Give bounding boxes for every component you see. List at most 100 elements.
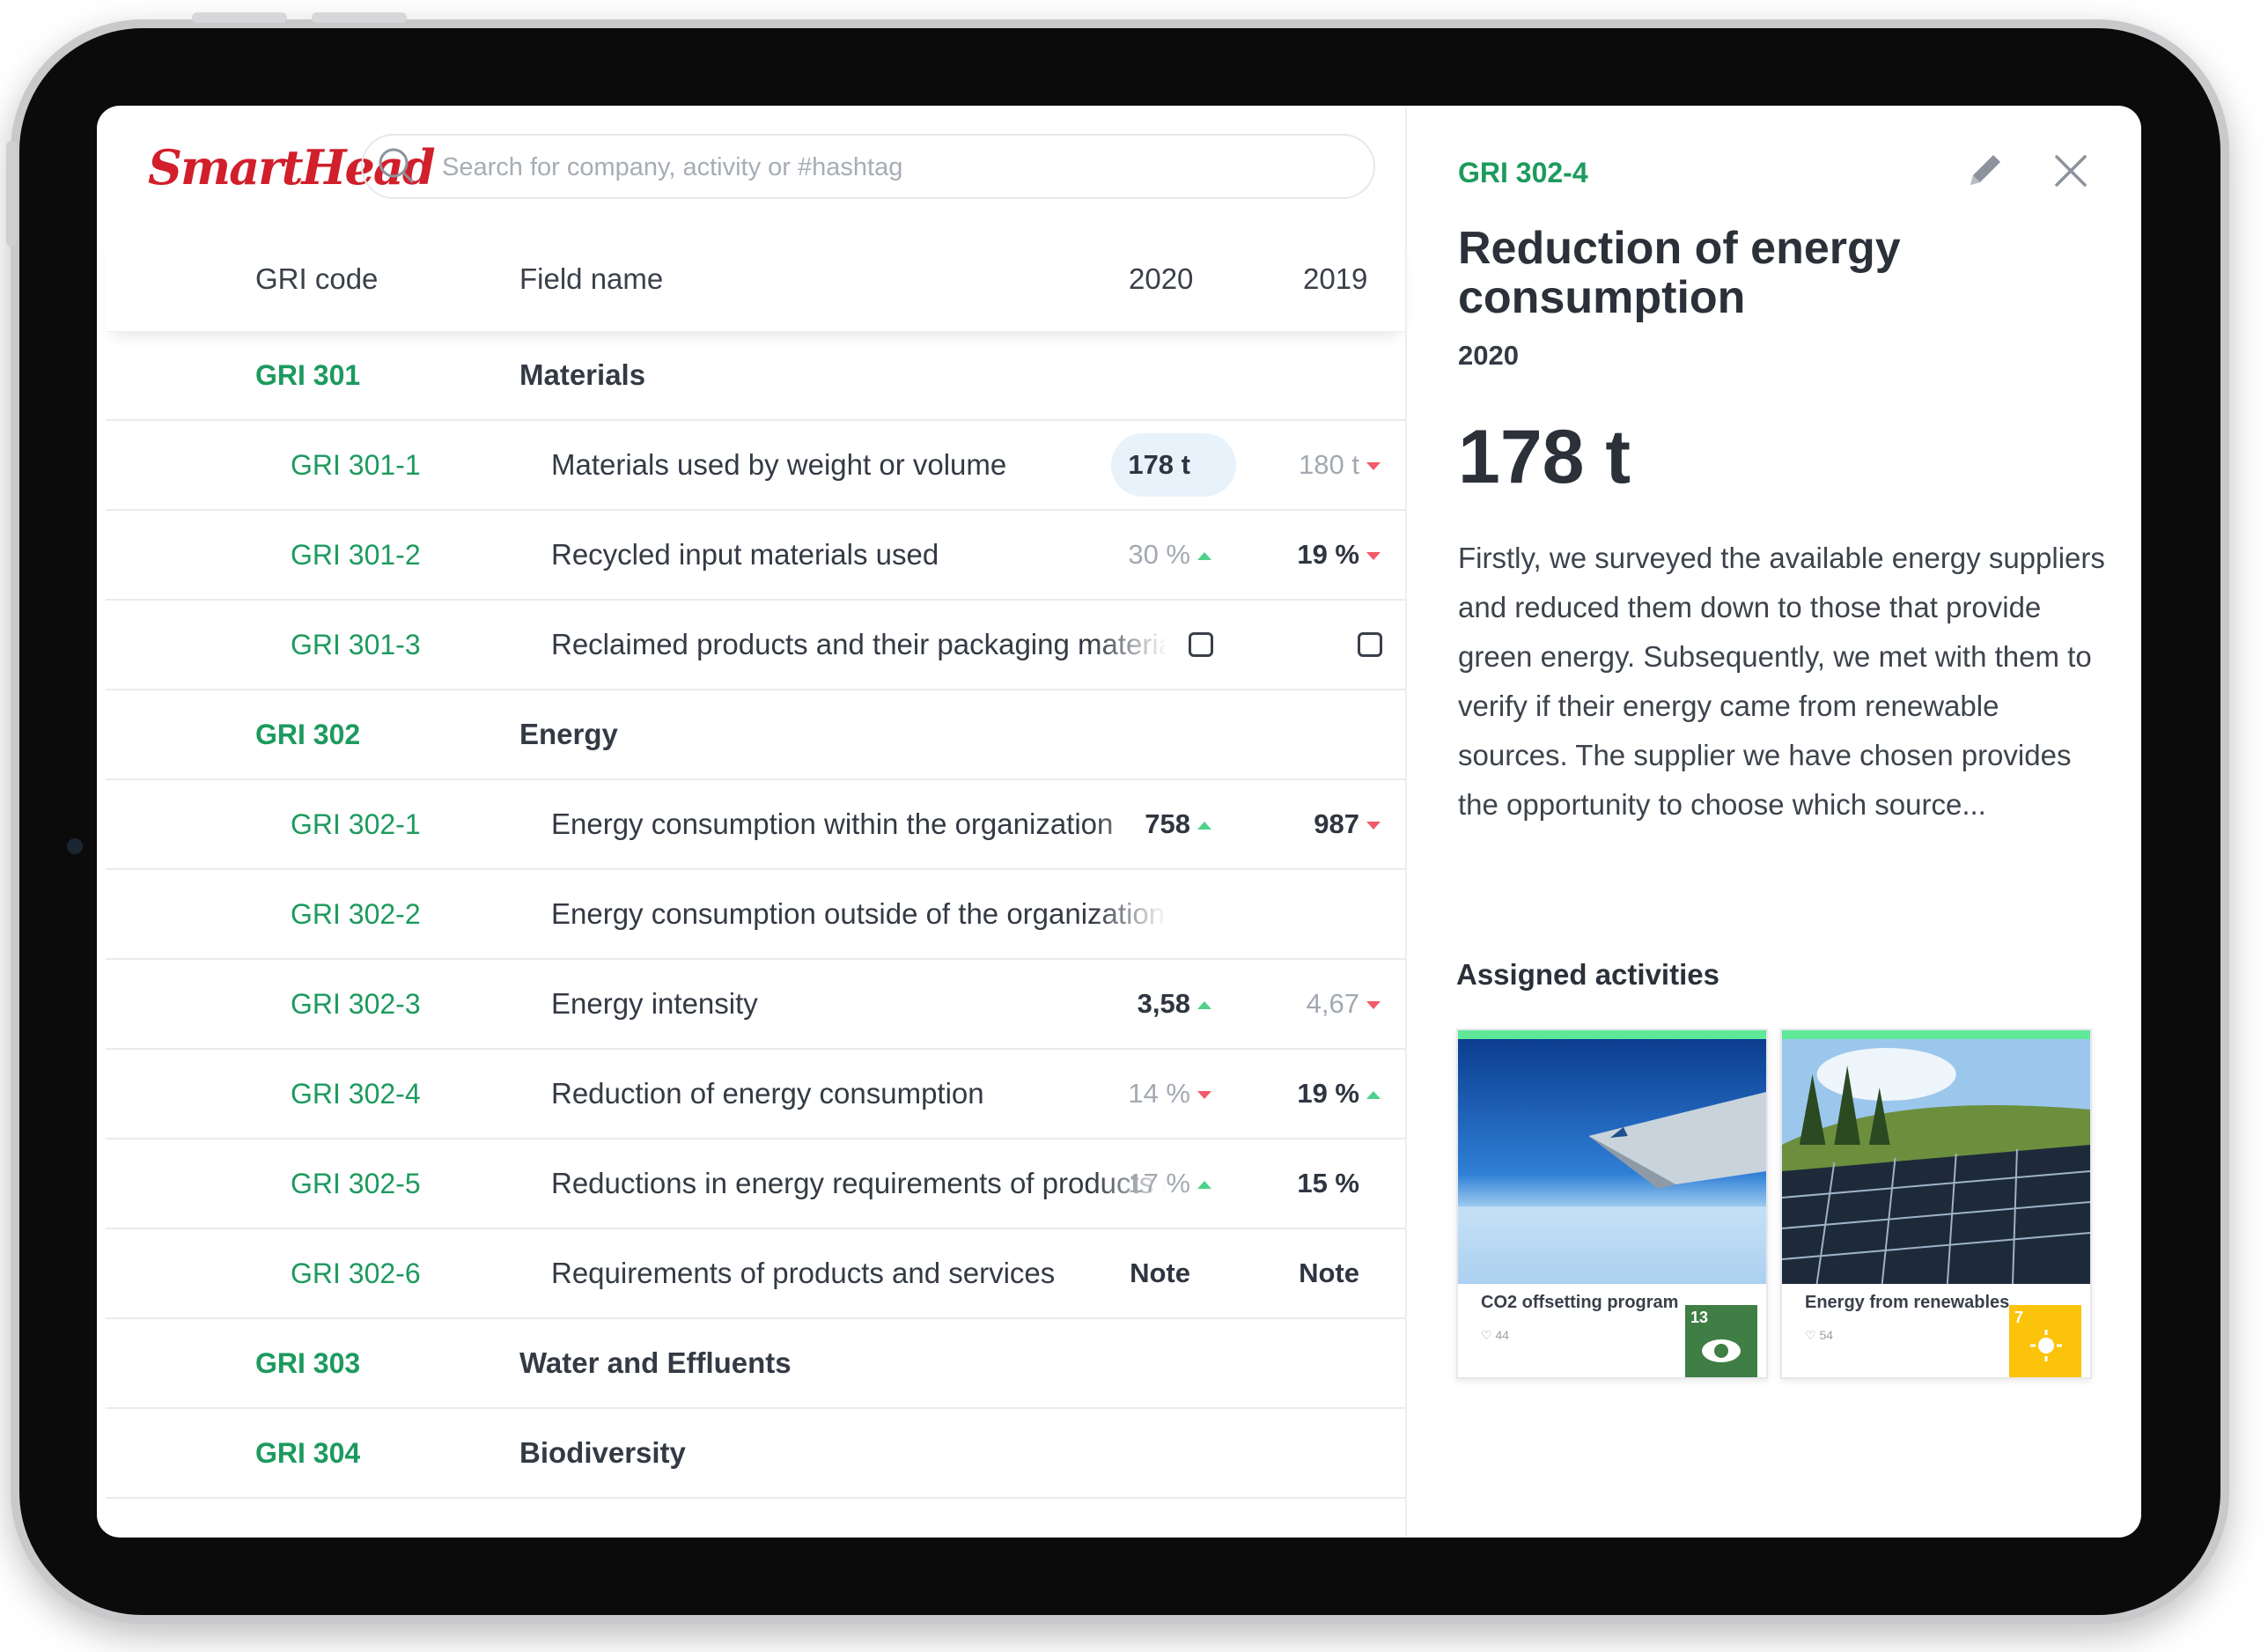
activity-card-co2-offsetting[interactable]: 13 CO2 offsetting program ♡ 44 bbox=[1456, 1029, 1768, 1379]
trend-up-icon bbox=[1197, 822, 1211, 830]
gri-code: GRI 302 bbox=[255, 719, 361, 750]
value-2020[interactable]: 14 % bbox=[1128, 1050, 1211, 1138]
value-text: 3,58 bbox=[1137, 988, 1190, 1019]
value-text: 30 % bbox=[1128, 539, 1190, 570]
value-2019[interactable]: 19 % bbox=[1297, 511, 1381, 599]
table-row[interactable]: GRI 302-2 Energy consumption outside of t… bbox=[106, 870, 1405, 960]
table-group-row[interactable]: GRI 304 Biodiversity bbox=[106, 1409, 1405, 1499]
table-row[interactable]: GRI 302-6 Requirements of products and se… bbox=[106, 1229, 1405, 1319]
detail-gri-code: GRI 302-4 bbox=[1458, 157, 1588, 188]
trend-up-icon bbox=[1197, 1181, 1211, 1190]
field-name: Reclaimed products and their packaging m… bbox=[551, 628, 1167, 660]
field-name: Materials used by weight or volume bbox=[551, 448, 1007, 481]
detail-title: Reduction of energy consumption bbox=[1458, 223, 1901, 323]
app-screen: SmartHead GRI code Field name 2020 2019 … bbox=[97, 106, 2141, 1538]
sun-icon bbox=[2030, 1330, 2062, 1361]
checkbox-2019[interactable] bbox=[1358, 601, 1382, 689]
gri-code: GRI 301-2 bbox=[291, 539, 421, 571]
volume-down-button bbox=[312, 12, 407, 23]
value-2020[interactable]: 758 bbox=[1145, 780, 1211, 868]
field-name: Energy consumption within the organizati… bbox=[551, 808, 1114, 840]
volume-up-button bbox=[192, 12, 287, 23]
table-group-row[interactable]: GRI 301 Materials bbox=[106, 331, 1405, 421]
gri-code: GRI 302-4 bbox=[291, 1078, 421, 1110]
value-2019[interactable]: 987 bbox=[1314, 780, 1381, 868]
trend-down-icon bbox=[1197, 1091, 1211, 1100]
value-text: 14 % bbox=[1128, 1078, 1190, 1109]
trend-up-icon bbox=[1366, 1091, 1381, 1100]
value-text: 19 % bbox=[1297, 539, 1359, 570]
report-table-panel: SmartHead GRI code Field name 2020 2019 … bbox=[97, 106, 1405, 1538]
table-group-row[interactable]: GRI 303 Water and Effluents bbox=[106, 1319, 1405, 1409]
table-header: GRI code Field name 2020 2019 bbox=[106, 238, 1405, 332]
value-text: 758 bbox=[1145, 808, 1190, 839]
edit-icon[interactable] bbox=[1962, 146, 2009, 194]
gri-code: GRI 302-1 bbox=[291, 808, 421, 840]
side-button bbox=[6, 141, 17, 247]
table-row[interactable]: GRI 301-1 Materials used by weight or vol… bbox=[106, 421, 1405, 511]
field-name: Biodiversity bbox=[519, 1436, 686, 1469]
search-input[interactable] bbox=[440, 136, 1359, 199]
value-2020[interactable]: 3,58 bbox=[1138, 960, 1211, 1048]
gri-code: GRI 304 bbox=[255, 1437, 361, 1469]
trend-down-icon bbox=[1366, 1001, 1381, 1010]
table-row[interactable]: GRI 302-4 Reduction of energy consumption… bbox=[106, 1050, 1405, 1139]
activity-card-energy-renewables[interactable]: 7 Energy from renewables ♡ 54 bbox=[1780, 1029, 2092, 1379]
sdg-13-climate-action-badge: 13 bbox=[1685, 1305, 1757, 1377]
field-name: Materials bbox=[519, 358, 646, 391]
search-bar[interactable] bbox=[361, 134, 1375, 199]
search-icon bbox=[379, 148, 414, 183]
value-2019[interactable]: 15 % bbox=[1297, 1139, 1381, 1228]
checkbox-2020[interactable] bbox=[1189, 601, 1213, 689]
airplane-wing-image bbox=[1458, 1039, 1766, 1284]
camera bbox=[67, 838, 83, 854]
gri-table-body: GRI 301 Materials GRI 301-1 Materials used … bbox=[106, 331, 1405, 1499]
value-2020[interactable]: 30 % bbox=[1128, 511, 1211, 599]
value-2020[interactable]: Note bbox=[1130, 1229, 1211, 1317]
field-name: Energy intensity bbox=[551, 987, 758, 1020]
trend-up-icon bbox=[1197, 1001, 1211, 1010]
column-gri-code: GRI code bbox=[255, 262, 379, 295]
field-name: Requirements of products and services bbox=[551, 1257, 1056, 1289]
table-row[interactable]: GRI 302-5 Reductions in energy requiremen… bbox=[106, 1139, 1405, 1229]
value-text: 180 t bbox=[1299, 449, 1359, 480]
value-2019[interactable]: Note bbox=[1299, 1229, 1381, 1317]
card-accent-bar bbox=[1782, 1030, 2090, 1039]
table-row[interactable]: GRI 302-1 Energy consumption within the o… bbox=[106, 780, 1405, 870]
value-text: 178 t bbox=[1128, 449, 1190, 480]
gri-code: GRI 302-6 bbox=[291, 1257, 421, 1289]
table-group-row[interactable]: GRI 302 Energy bbox=[106, 690, 1405, 780]
value-2020[interactable]: 178 t bbox=[1128, 421, 1211, 509]
heart-icon: ♡ bbox=[1481, 1328, 1492, 1342]
gri-code: GRI 302-2 bbox=[291, 898, 421, 930]
column-2020[interactable]: 2020 bbox=[1129, 262, 1193, 296]
card-accent-bar bbox=[1458, 1030, 1766, 1039]
field-name: Energy bbox=[519, 718, 618, 750]
value-text: 4,67 bbox=[1306, 988, 1359, 1019]
activity-name: CO2 offsetting program bbox=[1481, 1293, 1679, 1312]
value-text: 987 bbox=[1314, 808, 1359, 839]
table-row[interactable]: GRI 302-3 Energy intensity 3,58 4,67 bbox=[106, 960, 1405, 1050]
field-name: Energy consumption outside of the organi… bbox=[551, 897, 1166, 930]
heart-icon: ♡ bbox=[1805, 1328, 1816, 1342]
field-name: Reductions in energy requirements of pro… bbox=[551, 1167, 1167, 1199]
detail-description: Firstly, we surveyed the available energ… bbox=[1458, 542, 2105, 821]
value-2019[interactable]: 19 % bbox=[1297, 1050, 1381, 1138]
field-name: Water and Effluents bbox=[519, 1346, 792, 1379]
column-field-name: Field name bbox=[519, 262, 664, 295]
value-2020[interactable]: 17 % bbox=[1128, 1139, 1211, 1228]
checkbox-icon bbox=[1358, 631, 1382, 657]
value-2019[interactable]: 180 t bbox=[1299, 421, 1381, 509]
assigned-activities-heading: Assigned activities bbox=[1456, 958, 1719, 991]
field-name: Recycled input materials used bbox=[551, 538, 939, 571]
close-icon[interactable] bbox=[2050, 150, 2092, 192]
checkbox-icon bbox=[1189, 631, 1213, 657]
sdg-7-clean-energy-badge: 7 bbox=[2009, 1305, 2081, 1377]
column-2019[interactable]: 2019 bbox=[1303, 262, 1367, 296]
table-row[interactable]: GRI 301-3 Reclaimed products and their pa… bbox=[106, 601, 1405, 690]
value-2019[interactable]: 4,67 bbox=[1307, 960, 1381, 1048]
activity-likes: ♡ 44 bbox=[1481, 1328, 1510, 1342]
activity-likes: ♡ 54 bbox=[1805, 1328, 1834, 1342]
table-row[interactable]: GRI 301-2 Recycled input materials used 30… bbox=[106, 511, 1405, 601]
trend-down-icon bbox=[1366, 462, 1381, 471]
